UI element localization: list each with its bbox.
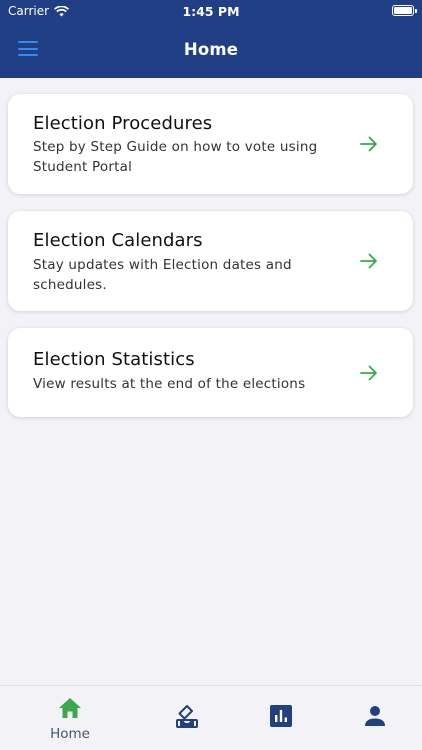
tab-bar: Home (0, 685, 422, 750)
card-title: Election Calendars (33, 230, 203, 251)
tab-vote[interactable] (147, 686, 227, 750)
status-bar: Carrier 1:45 PM (0, 0, 422, 22)
card-election-procedures[interactable]: Election Procedures Step by Step Guide o… (8, 94, 413, 194)
arrow-right-icon[interactable] (359, 134, 379, 154)
status-time: 1:45 PM (182, 4, 240, 19)
page-title: Home (183, 40, 239, 59)
card-description: View results at the end of the elections (33, 376, 306, 392)
arrow-right-icon[interactable] (359, 363, 379, 383)
app-header: Carrier 1:45 PM Home (0, 0, 422, 78)
tab-home[interactable]: Home (30, 686, 110, 750)
arrow-right-icon[interactable] (359, 251, 379, 271)
card-title: Election Statistics (33, 349, 195, 370)
tab-statistics[interactable] (241, 686, 321, 750)
person-icon (365, 706, 385, 726)
card-description: Step by Step Guide on how to vote using … (33, 139, 318, 175)
tab-profile[interactable] (335, 686, 415, 750)
vote-icon (176, 705, 198, 728)
home-icon (59, 698, 81, 718)
bar-chart-icon (270, 705, 292, 727)
tab-label: Home (50, 726, 90, 742)
card-title: Election Procedures (33, 113, 213, 134)
card-description: Stay updates with Election dates and sch… (33, 257, 292, 293)
card-election-statistics[interactable]: Election Statistics View results at the … (8, 328, 413, 417)
battery-icon (392, 5, 417, 16)
card-election-calendars[interactable]: Election Calendars Stay updates with Ele… (8, 211, 413, 311)
